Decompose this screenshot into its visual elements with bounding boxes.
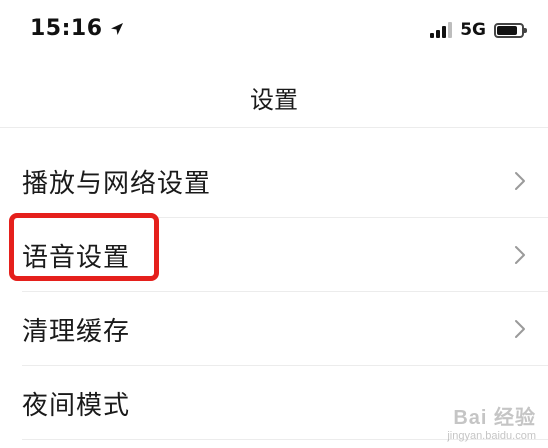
page-title: 设置 (250, 86, 298, 114)
settings-list: 播放与网络设置 语音设置 清理缓存 夜间模式 (0, 144, 548, 440)
settings-item-label: 清理缓存 (22, 316, 131, 347)
status-bar: 15:16 5G (0, 0, 548, 64)
watermark: Bai 经验 jingyan.baidu.com (447, 401, 536, 442)
chevron-right-icon (515, 246, 525, 264)
watermark-logo: Bai 经验 (453, 407, 536, 429)
battery-icon (494, 22, 527, 38)
battery-level (497, 25, 517, 35)
status-time-group: 15:16 (30, 16, 125, 41)
status-indicators: 5G (430, 20, 527, 40)
chevron-right-icon (515, 172, 525, 190)
cellular-signal-icon (430, 22, 453, 38)
settings-item-playback-network[interactable]: 播放与网络设置 (0, 144, 548, 218)
settings-item-label: 播放与网络设置 (22, 168, 212, 199)
settings-item-clear-cache[interactable]: 清理缓存 (0, 292, 548, 366)
highlight-annotation-box (9, 213, 159, 281)
network-type: 5G (460, 20, 486, 40)
location-arrow-icon (110, 22, 123, 35)
watermark-url: jingyan.baidu.com (447, 430, 536, 442)
chevron-right-icon (515, 320, 525, 338)
status-time: 15:16 (30, 16, 103, 41)
settings-item-label: 夜间模式 (22, 390, 131, 421)
settings-screen: 15:16 5G 设置 播放与网络设置 语音设置 清理缓存 夜间模式 Bai 经… (0, 0, 548, 448)
section-gap (0, 128, 548, 144)
